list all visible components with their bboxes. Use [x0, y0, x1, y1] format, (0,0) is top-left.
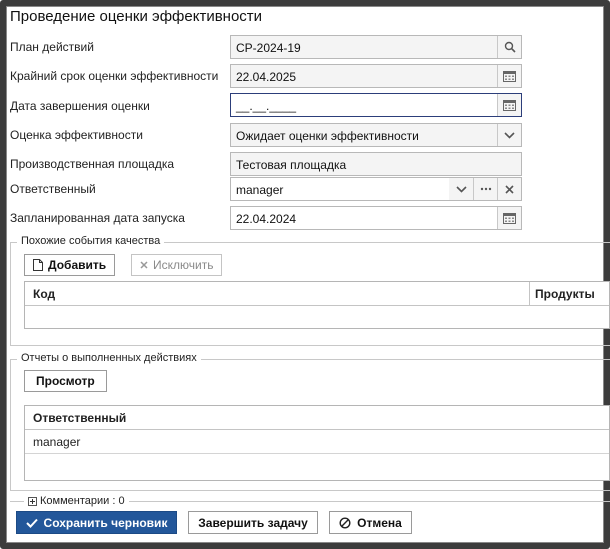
chevron-down-icon[interactable]	[449, 178, 473, 200]
add-button-label: Добавить	[48, 258, 107, 272]
view-button[interactable]: Просмотр	[24, 370, 107, 392]
reports-table: Ответственный manager	[24, 405, 610, 481]
column-header-products[interactable]: Продукты	[535, 287, 595, 301]
completion-date-label: Дата завершения оценки	[10, 99, 150, 113]
column-divider	[529, 282, 530, 305]
add-button[interactable]: Добавить	[24, 254, 116, 276]
quality-events-table: Код Продукты	[24, 281, 610, 329]
check-icon	[25, 518, 38, 528]
clear-icon[interactable]	[497, 178, 521, 200]
chevron-down-icon[interactable]	[497, 124, 521, 146]
effectiveness-label: Оценка эффективности	[10, 128, 143, 142]
expand-icon	[28, 496, 37, 506]
effectiveness-select[interactable]: Ожидает оценки эффективности	[230, 123, 522, 147]
cancel-button[interactable]: Отмена	[329, 511, 412, 534]
more-icon[interactable]	[473, 178, 497, 200]
save-draft-button[interactable]: Сохранить черновик	[16, 511, 177, 534]
calendar-icon[interactable]	[497, 94, 521, 116]
calendar-icon[interactable]	[497, 65, 521, 87]
planned-start-field[interactable]: 22.04.2024	[230, 206, 522, 230]
search-icon[interactable]	[497, 36, 521, 58]
exclude-button[interactable]: Исключить	[131, 254, 223, 276]
table-cell-responsible: manager	[33, 435, 81, 449]
planned-start-value: 22.04.2024	[236, 212, 297, 226]
responsible-value: manager	[236, 183, 284, 197]
complete-task-button[interactable]: Завершить задачу	[188, 511, 318, 534]
responsible-field[interactable]: manager	[230, 177, 522, 201]
cancel-label: Отмена	[357, 515, 402, 530]
column-header-responsible[interactable]: Ответственный	[33, 411, 126, 425]
quality-events-legend: Похожие события качества	[17, 235, 165, 247]
column-header-code[interactable]: Код	[33, 287, 55, 301]
completion-date-value: __.__.____	[236, 99, 297, 113]
table-row[interactable]: manager	[25, 430, 609, 454]
table-header: Код Продукты	[25, 282, 609, 306]
view-button-label: Просмотр	[36, 374, 95, 388]
action-plan-value: CP-2024-19	[236, 41, 301, 55]
comments-label: Комментарии : 0	[40, 495, 125, 507]
site-value: Тестовая площадка	[236, 158, 347, 172]
deadline-label: Крайний срок оценки эффективности	[10, 69, 219, 83]
close-icon	[140, 261, 148, 269]
effectiveness-value: Ожидает оценки эффективности	[236, 129, 419, 143]
exclude-button-label: Исключить	[153, 258, 214, 272]
site-field[interactable]: Тестовая площадка	[230, 152, 522, 176]
deadline-value: 22.04.2025	[236, 70, 297, 84]
table-header: Ответственный	[25, 406, 609, 430]
complete-task-label: Завершить задачу	[198, 515, 308, 530]
reports-legend: Отчеты о выполненных действиях	[17, 352, 201, 364]
dialog-title: Проведение оценки эффективности	[10, 8, 263, 25]
site-label: Производственная площадка	[10, 157, 175, 171]
save-draft-label: Сохранить черновик	[43, 515, 168, 530]
document-icon	[33, 259, 43, 271]
action-plan-label: План действий	[10, 40, 94, 54]
planned-start-label: Запланированная дата запуска	[10, 211, 185, 225]
completion-date-field[interactable]: __.__.____	[230, 93, 522, 117]
calendar-icon[interactable]	[497, 207, 521, 229]
responsible-label: Ответственный	[10, 182, 96, 196]
comments-toggle[interactable]: Комментарии : 0	[24, 495, 129, 507]
deadline-field[interactable]: 22.04.2025	[230, 64, 522, 88]
cancel-icon	[339, 516, 351, 529]
action-plan-field[interactable]: CP-2024-19	[230, 35, 522, 59]
